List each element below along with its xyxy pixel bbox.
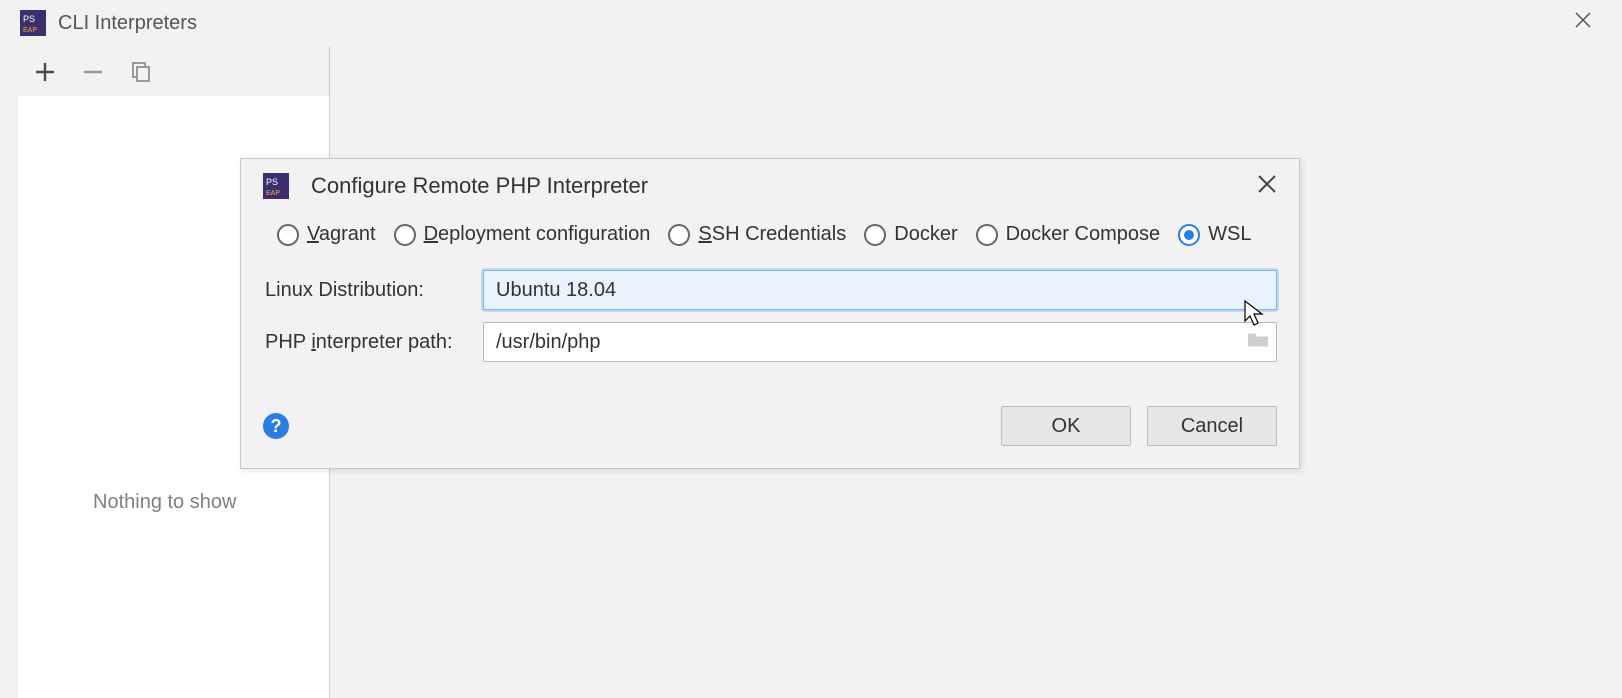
phpstorm-eap-icon: PS EAP [20,10,46,36]
radio-icon [394,224,416,246]
radio-label: Deployment configuration [424,223,651,246]
radio-wsl[interactable]: WSL [1178,223,1251,246]
radio-icon [976,224,998,246]
linux-distribution-row: Linux Distribution: [263,264,1277,316]
remove-interpreter-button[interactable] [80,59,106,85]
radio-ssh[interactable]: SSH Credentials [668,223,846,246]
radio-label: WSL [1208,223,1251,246]
modal-titlebar: PS EAP Configure Remote PHP Interpreter [263,173,1277,223]
add-interpreter-button[interactable] [32,59,58,85]
configure-remote-php-dialog: PS EAP Configure Remote PHP Interpreter … [240,158,1300,469]
modal-title: Configure Remote PHP Interpreter [311,173,648,199]
interpreter-toolbar [18,46,329,96]
svg-text:PS: PS [266,177,278,187]
radio-icon [1178,224,1200,246]
cancel-button[interactable]: Cancel [1147,406,1277,446]
svg-text:EAP: EAP [23,27,37,34]
modal-footer: ? OK Cancel [263,368,1277,446]
php-path-row: PHP interpreter path: [263,316,1277,368]
radio-label: SSH Credentials [698,223,846,246]
browse-folder-icon[interactable] [1247,331,1269,354]
field-label: Linux Distribution: [263,279,483,302]
copy-interpreter-button[interactable] [128,59,154,85]
radio-icon [864,224,886,246]
interpreter-type-radios: Vagrant Deployment configuration SSH Cre… [263,223,1277,264]
radio-icon [277,224,299,246]
linux-distribution-input[interactable] [483,270,1277,310]
radio-deployment[interactable]: Deployment configuration [394,223,651,246]
help-button[interactable]: ? [263,413,289,439]
ok-button[interactable]: OK [1001,406,1131,446]
radio-docker-compose[interactable]: Docker Compose [976,223,1161,246]
svg-text:EAP: EAP [266,190,280,197]
radio-docker[interactable]: Docker [864,223,957,246]
php-interpreter-path-input[interactable] [483,322,1277,362]
close-icon[interactable] [1257,174,1277,199]
empty-text: Nothing to show [93,491,236,514]
close-icon[interactable] [1568,11,1598,35]
radio-label: Docker Compose [1006,223,1161,246]
radio-vagrant[interactable]: Vagrant [277,223,376,246]
svg-text:PS: PS [23,14,35,24]
field-label: PHP interpreter path: [263,331,483,354]
phpstorm-eap-icon: PS EAP [263,173,289,199]
radio-label: Vagrant [307,223,376,246]
radio-icon [668,224,690,246]
outer-titlebar: PS EAP CLI Interpreters [18,0,1608,46]
dialog-title: CLI Interpreters [58,12,197,35]
radio-label: Docker [894,223,957,246]
